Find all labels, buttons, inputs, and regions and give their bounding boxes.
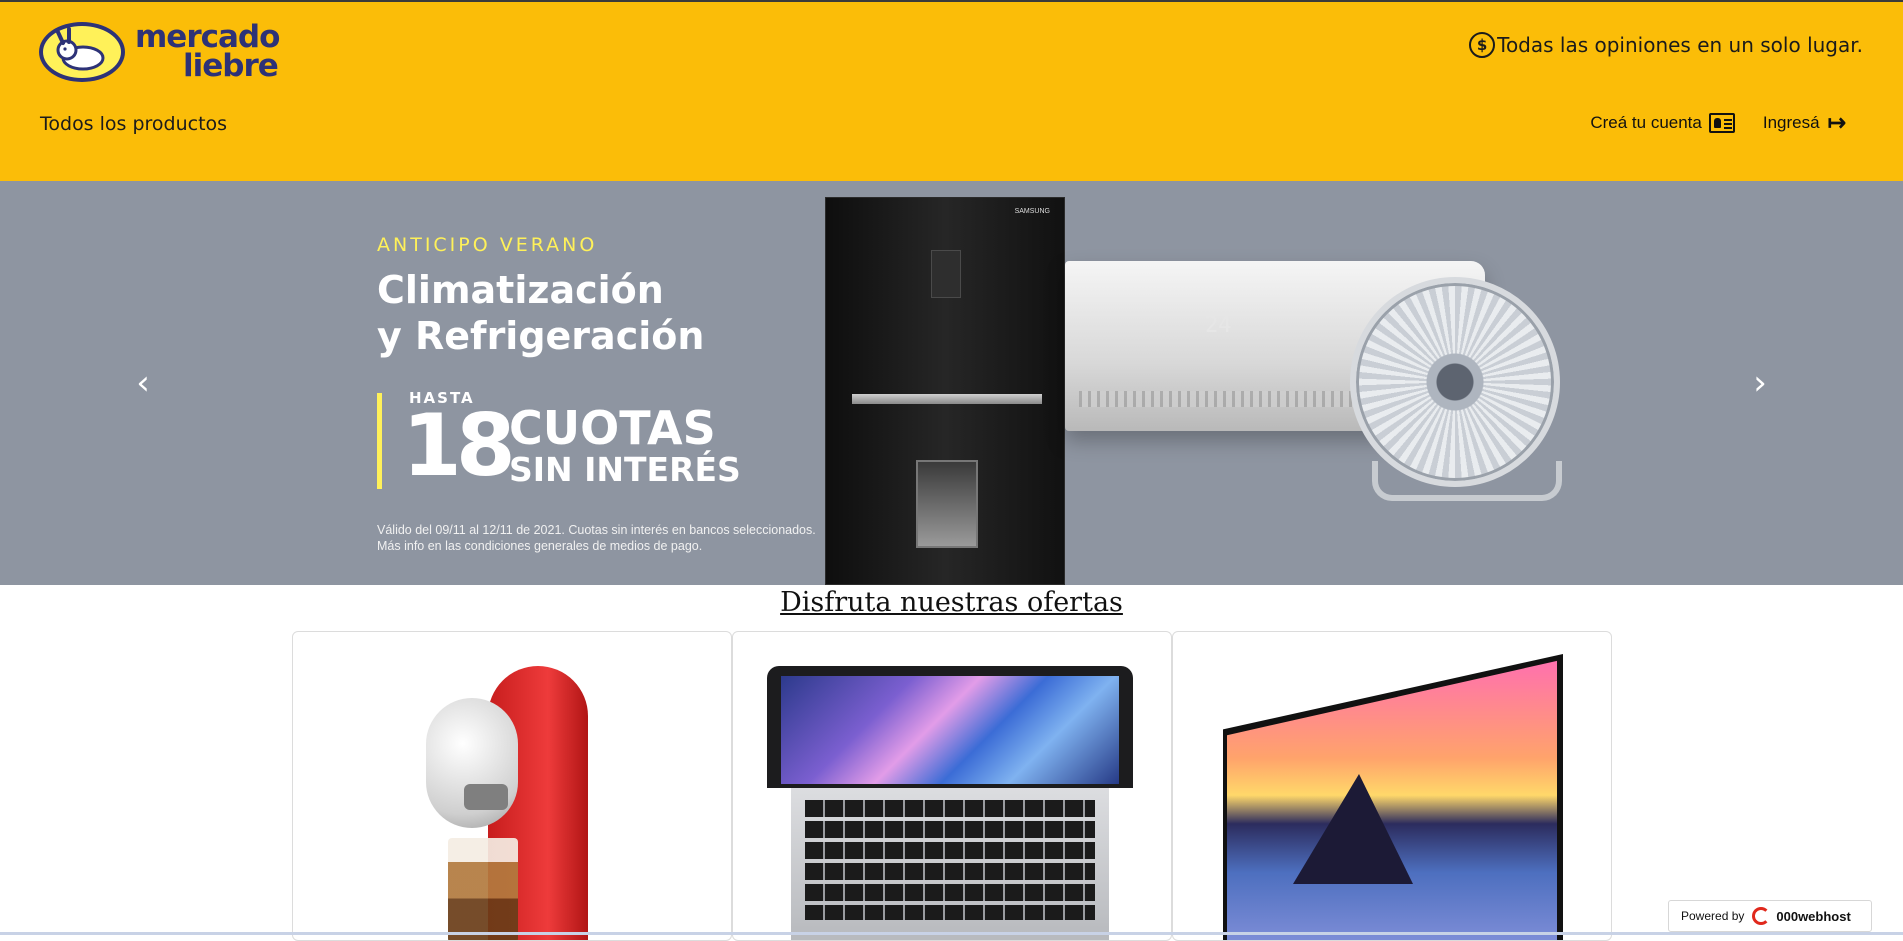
offers-title: Disfruta nuestras ofertas	[780, 587, 1123, 618]
legal-line-2: Más info en las condiciones generales de…	[377, 539, 703, 553]
dollar-coin-icon: $	[1469, 32, 1496, 58]
rabbit-logo-icon	[39, 22, 125, 82]
create-account-link[interactable]: Creá tu cuenta	[1590, 113, 1735, 133]
installments-promo: HASTA 18 CUOTAS SIN INTERÉS	[377, 389, 741, 491]
webhost-name: 000webhost	[1776, 908, 1851, 924]
powered-by-label: Powered by	[1681, 909, 1745, 923]
sign-in-arrow-icon: ↦	[1827, 110, 1846, 135]
coffee-machine-spout	[464, 784, 508, 810]
login-label: Ingresá	[1762, 113, 1820, 132]
coffee-cup	[448, 838, 518, 940]
mercado-liebre-logo[interactable]: mercado liebre	[39, 22, 280, 84]
carousel-prev-chevron-icon[interactable]: ‹	[131, 363, 155, 403]
header-tagline: $ Todas las opiniones en un solo lugar.	[1469, 32, 1863, 58]
tagline-text: Todas las opiniones en un solo lugar.	[1497, 33, 1863, 57]
laptop-image	[767, 666, 1133, 788]
banner-eyebrow: ANTICIPO VERANO	[377, 234, 598, 256]
fridge-brand: SAMSUNG	[1014, 208, 1050, 215]
banner-title-line-2: y Refrigeración	[377, 314, 705, 358]
fan-image	[1350, 277, 1560, 487]
logo-line-2: liebre	[183, 48, 279, 84]
webhost-logo-icon	[1752, 907, 1771, 925]
legal-line-1: Válido del 09/11 al 12/11 de 2021. Cuota…	[377, 523, 816, 537]
water-dispenser	[916, 460, 978, 548]
promo-cuotas: CUOTAS	[509, 401, 716, 455]
product-cards	[292, 631, 1612, 941]
ac-temperature: 24	[1205, 313, 1232, 338]
promo-sin-interes: SIN INTERÉS	[509, 450, 741, 489]
id-card-icon	[1708, 113, 1735, 133]
product-card-laptop[interactable]	[732, 631, 1172, 941]
banner-title: Climatización y Refrigeración	[377, 267, 704, 359]
login-link[interactable]: Ingresá ↦	[1763, 112, 1846, 134]
fan-stand	[1372, 461, 1562, 501]
account-nav: Creá tu cuenta Ingresá ↦	[1590, 112, 1846, 134]
fridge-control-panel	[931, 250, 961, 298]
powered-by-badge[interactable]: Powered by 000webhost	[1668, 900, 1872, 932]
coffee-machine-image	[426, 666, 601, 940]
laptop-display	[781, 676, 1119, 784]
product-card-coffee-machine[interactable]	[292, 631, 732, 941]
banner-title-line-1: Climatización	[377, 268, 664, 312]
banner-legal-text: Válido del 09/11 al 12/11 de 2021. Cuota…	[377, 522, 816, 554]
refrigerator-image: SAMSUNG	[825, 197, 1065, 585]
laptop-keyboard-deck	[791, 788, 1109, 940]
tv-screen	[1227, 660, 1557, 940]
site-header: mercado liebre $ Todas las opiniones en …	[0, 0, 1903, 181]
all-products-link[interactable]: Todos los productos	[40, 113, 227, 135]
logo-wordmark: mercado liebre	[135, 22, 280, 84]
laptop-keyboard	[805, 800, 1095, 920]
product-card-television[interactable]	[1172, 631, 1612, 941]
carousel-next-chevron-icon[interactable]: ›	[1748, 363, 1772, 403]
promo-number: 18	[402, 396, 516, 496]
promo-carousel: ANTICIPO VERANO Climatización y Refriger…	[0, 181, 1903, 585]
television-image	[1223, 654, 1563, 940]
create-account-label: Creá tu cuenta	[1590, 113, 1702, 132]
fridge-handle	[852, 394, 1042, 404]
